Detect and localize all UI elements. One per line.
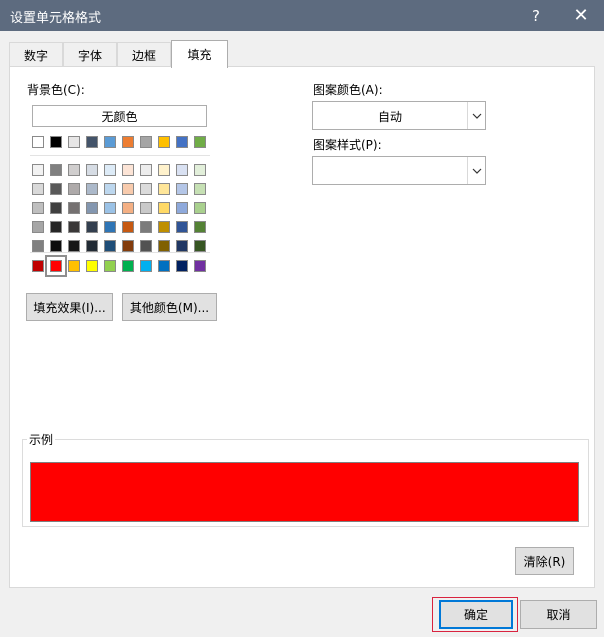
- color-swatch[interactable]: [68, 202, 80, 214]
- color-swatch[interactable]: [122, 221, 134, 233]
- color-swatch[interactable]: [158, 202, 170, 214]
- ok-button[interactable]: 确定: [439, 600, 513, 629]
- color-swatch[interactable]: [140, 240, 152, 252]
- palette-divider: [30, 155, 210, 156]
- color-swatch[interactable]: [50, 183, 62, 195]
- color-swatch[interactable]: [194, 202, 206, 214]
- color-swatch[interactable]: [158, 260, 170, 272]
- color-swatch[interactable]: [122, 240, 134, 252]
- color-swatch[interactable]: [68, 260, 80, 272]
- pattern-color-label: 图案颜色(A):: [313, 83, 383, 97]
- color-swatch[interactable]: [122, 136, 134, 148]
- clear-button[interactable]: 清除(R): [515, 547, 574, 575]
- color-swatch[interactable]: [32, 260, 44, 272]
- help-button[interactable]: ?: [516, 0, 556, 31]
- color-swatch[interactable]: [50, 202, 62, 214]
- chevron-down-icon[interactable]: [467, 157, 485, 184]
- color-swatch[interactable]: [68, 221, 80, 233]
- color-swatch[interactable]: [50, 164, 62, 176]
- tab-fill[interactable]: 填充: [171, 40, 228, 68]
- color-swatch[interactable]: [176, 221, 188, 233]
- chevron-down-icon[interactable]: [467, 102, 485, 129]
- background-color-label: 背景色(C):: [27, 83, 85, 97]
- color-swatch[interactable]: [68, 164, 80, 176]
- sample-label: 示例: [27, 431, 56, 448]
- color-swatch[interactable]: [194, 136, 206, 148]
- color-swatch[interactable]: [45, 255, 67, 277]
- sample-preview: [30, 462, 579, 522]
- color-swatch[interactable]: [86, 260, 98, 272]
- color-swatch[interactable]: [32, 240, 44, 252]
- color-swatch[interactable]: [104, 183, 116, 195]
- color-swatch[interactable]: [158, 240, 170, 252]
- color-swatch[interactable]: [140, 202, 152, 214]
- tab-border[interactable]: 边框: [117, 42, 171, 67]
- color-swatch[interactable]: [32, 221, 44, 233]
- more-colors-button[interactable]: 其他颜色(M)...: [122, 293, 217, 321]
- pattern-style-select[interactable]: [312, 156, 486, 185]
- color-swatch[interactable]: [158, 164, 170, 176]
- color-swatch[interactable]: [104, 136, 116, 148]
- color-swatch[interactable]: [194, 221, 206, 233]
- color-swatch[interactable]: [32, 202, 44, 214]
- color-swatch[interactable]: [68, 136, 80, 148]
- pattern-color-value: 自动: [377, 110, 402, 124]
- color-swatch[interactable]: [194, 260, 206, 272]
- color-swatch[interactable]: [104, 221, 116, 233]
- color-swatch[interactable]: [86, 164, 98, 176]
- color-swatch[interactable]: [104, 202, 116, 214]
- color-swatch[interactable]: [104, 260, 116, 272]
- color-swatch[interactable]: [68, 240, 80, 252]
- color-swatch[interactable]: [86, 240, 98, 252]
- color-swatch[interactable]: [140, 221, 152, 233]
- color-swatch[interactable]: [194, 240, 206, 252]
- color-swatch[interactable]: [32, 164, 44, 176]
- color-swatch[interactable]: [176, 136, 188, 148]
- tab-font[interactable]: 字体: [63, 42, 117, 67]
- color-swatch[interactable]: [158, 183, 170, 195]
- color-swatch[interactable]: [50, 136, 62, 148]
- color-swatch[interactable]: [158, 136, 170, 148]
- color-swatch[interactable]: [194, 164, 206, 176]
- color-swatch[interactable]: [122, 183, 134, 195]
- color-swatch[interactable]: [176, 260, 188, 272]
- color-swatch[interactable]: [104, 164, 116, 176]
- title-bar: 设置单元格格式 ? ✕: [0, 0, 604, 31]
- sample-group: 示例: [22, 431, 589, 527]
- color-swatch[interactable]: [140, 164, 152, 176]
- color-swatch[interactable]: [122, 164, 134, 176]
- fill-panel: 背景色(C): 无颜色 填充效果(I)... 其他颜色(M)... 图案颜色(A…: [9, 66, 595, 588]
- cancel-button[interactable]: 取消: [520, 600, 597, 629]
- color-swatch[interactable]: [86, 136, 98, 148]
- color-swatch[interactable]: [32, 183, 44, 195]
- pattern-color-select[interactable]: 自动: [312, 101, 486, 130]
- color-swatch[interactable]: [140, 183, 152, 195]
- no-color-button[interactable]: 无颜色: [32, 105, 207, 127]
- palette-divider: [30, 252, 210, 253]
- color-swatch[interactable]: [176, 240, 188, 252]
- color-swatch[interactable]: [32, 136, 44, 148]
- color-swatch[interactable]: [194, 183, 206, 195]
- dialog-title: 设置单元格格式: [10, 11, 102, 26]
- fill-effects-button[interactable]: 填充效果(I)...: [26, 293, 113, 321]
- pattern-style-label: 图案样式(P):: [313, 138, 382, 152]
- color-swatch[interactable]: [86, 221, 98, 233]
- color-swatch[interactable]: [176, 164, 188, 176]
- color-swatch[interactable]: [50, 221, 62, 233]
- color-swatch[interactable]: [86, 183, 98, 195]
- color-swatch[interactable]: [176, 183, 188, 195]
- color-swatch[interactable]: [86, 202, 98, 214]
- color-swatch[interactable]: [104, 240, 116, 252]
- color-swatch[interactable]: [50, 240, 62, 252]
- tab-number[interactable]: 数字: [9, 42, 63, 67]
- color-swatch[interactable]: [122, 260, 134, 272]
- color-swatch[interactable]: [140, 136, 152, 148]
- color-swatch[interactable]: [122, 202, 134, 214]
- color-swatch[interactable]: [158, 221, 170, 233]
- color-swatch[interactable]: [140, 260, 152, 272]
- color-swatch[interactable]: [176, 202, 188, 214]
- close-button[interactable]: ✕: [561, 0, 601, 31]
- color-swatch[interactable]: [68, 183, 80, 195]
